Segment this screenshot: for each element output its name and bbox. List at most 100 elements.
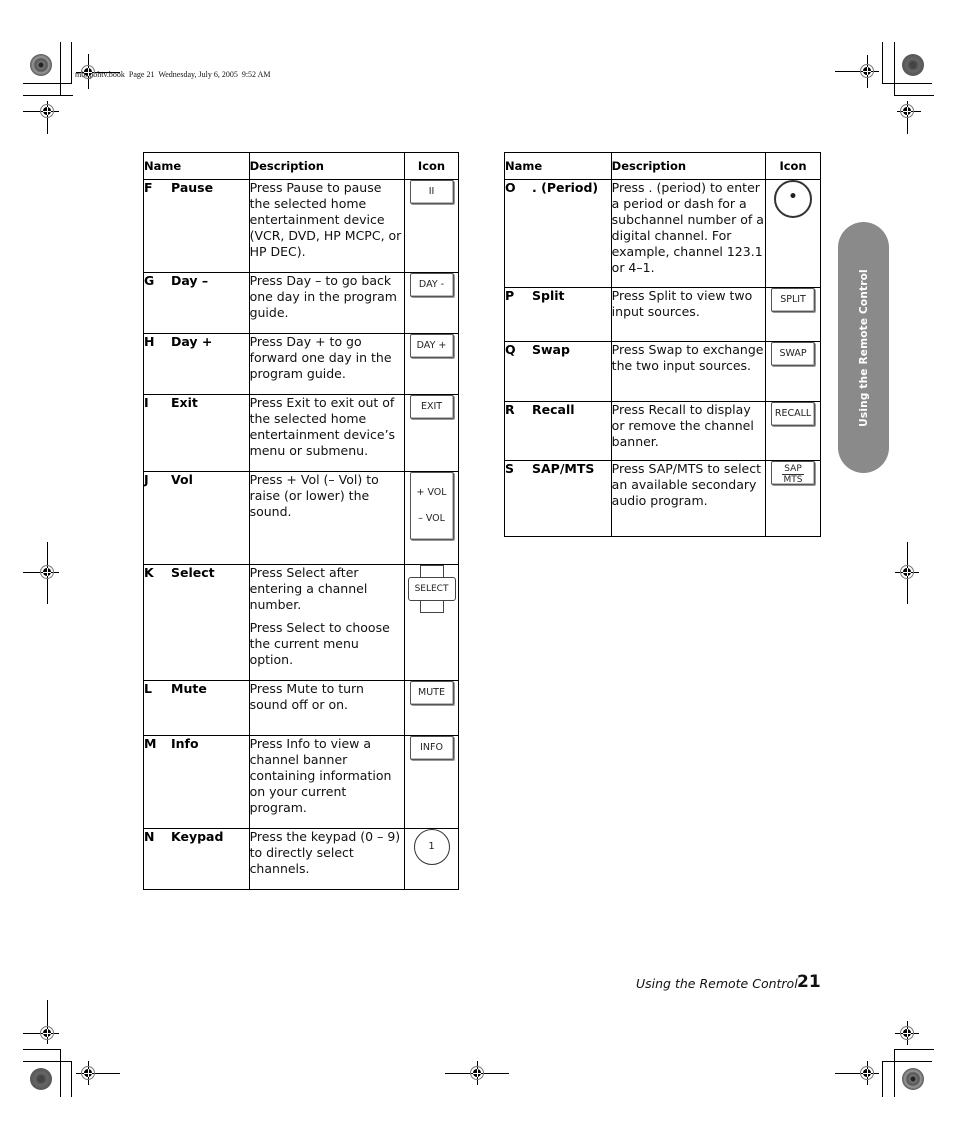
description-text: Press Select after entering a channel nu… — [249, 565, 368, 612]
table-row: L Mute Press Mute to turn sound off or on.… — [143, 680, 459, 736]
sap-mts-icon: SAP MTS — [771, 461, 816, 485]
description-cell: Press the keypad (0 – 9) to directly sel… — [248, 828, 406, 890]
description-text: Press Mute to turn sound off or on. — [249, 681, 364, 712]
mute-icon: MUTE — [409, 681, 454, 705]
description-text: Press Info to view a channel banner cont… — [249, 736, 392, 815]
description-cell: Press . (period) to enter a period or da… — [610, 179, 767, 288]
callout-letter: N — [144, 829, 155, 844]
vol-up-label: + VOL — [416, 487, 447, 498]
select-dpad-icon: SELECT — [407, 565, 456, 613]
volume-rocker-icon: + VOL – VOL — [409, 472, 454, 540]
remote-buttons-table-left: Name Description Icon F Pause Press Pause … — [143, 152, 459, 890]
table-row: I Exit Press Exit to exit out of the selec… — [143, 394, 459, 472]
icon-cell: + VOL – VOL — [404, 471, 459, 565]
button-name-cell: Q Swap — [504, 341, 612, 402]
icon-cell: DAY + — [404, 333, 459, 395]
pause-icon: II — [409, 180, 454, 204]
remote-buttons-table-right: Name Description Icon O . (Period) Press .… — [504, 152, 821, 537]
table-row: J Vol Press + Vol (– Vol) to raise (or low… — [143, 471, 459, 565]
chapter-side-tab-label: Using the Remote Control — [857, 268, 870, 427]
swap-icon: SWAP — [771, 342, 816, 366]
select-label: SELECT — [407, 577, 456, 601]
table-row: R Recall Press Recall to display or remove… — [504, 401, 821, 461]
column-header-icon: Icon — [404, 152, 459, 180]
callout-letter: L — [144, 681, 152, 696]
page-number: 21 — [797, 972, 821, 992]
button-name: Pause — [171, 180, 214, 195]
description-cell: Press Mute to turn sound off or on. — [248, 680, 406, 736]
description-cell: Press Day + to go forward one day in the… — [248, 333, 406, 395]
description-text: Press Day – to go back one day in the pr… — [249, 273, 397, 320]
description-cell: Press Info to view a channel banner cont… — [248, 735, 406, 829]
callout-letter: G — [144, 273, 155, 288]
split-icon: SPLIT — [771, 288, 816, 312]
callout-letter: K — [144, 565, 154, 580]
description-text: Press Pause to pause the selected home e… — [249, 180, 402, 259]
button-name-cell: P Split — [504, 287, 612, 342]
description-cell: Press + Vol (– Vol) to raise (or lower) … — [248, 471, 406, 565]
table-row: P Split Press Split to view two input sour… — [504, 287, 821, 342]
callout-letter: R — [505, 402, 515, 417]
period-icon: • — [774, 180, 813, 218]
button-name-cell: O . (Period) — [504, 179, 612, 288]
table-row: N Keypad Press the keypad (0 – 9) to direc… — [143, 828, 459, 890]
description-text: Press SAP/MTS to select an available sec… — [611, 461, 762, 508]
description-cell: Press Swap to exchange the two input sou… — [610, 341, 767, 402]
icon-cell: 1 — [404, 828, 459, 890]
table-header-row: Name Description Icon — [504, 152, 821, 180]
table-row: G Day – Press Day – to go back one day in … — [143, 272, 459, 334]
button-name-cell: R Recall — [504, 401, 612, 461]
table-row: H Day + Press Day + to go forward one day … — [143, 333, 459, 395]
callout-letter: I — [144, 395, 149, 410]
registration-target-icon — [30, 54, 52, 76]
button-name: Split — [532, 288, 565, 303]
table-header-row: Name Description Icon — [143, 152, 459, 180]
description-text: Press the keypad (0 – 9) to directly sel… — [249, 829, 401, 876]
registration-target-icon — [30, 1068, 52, 1090]
button-name-cell: S SAP/MTS — [504, 460, 612, 537]
description-cell: Press Day – to go back one day in the pr… — [248, 272, 406, 334]
vol-down-label: – VOL — [418, 513, 445, 524]
button-name-cell: I Exit — [143, 394, 250, 472]
button-name: Keypad — [171, 829, 224, 844]
registration-target-icon — [902, 54, 924, 76]
column-header-description: Description — [248, 152, 406, 180]
chapter-side-tab: Using the Remote Control — [838, 222, 889, 473]
description-cell: Press Select after entering a channel nu… — [248, 564, 406, 681]
button-name: . (Period) — [532, 180, 599, 195]
table-row: M Info Press Info to view a channel banner… — [143, 735, 459, 829]
recall-icon: RECALL — [771, 402, 816, 426]
button-name: Select — [171, 565, 215, 580]
description-text: Press Exit to exit out of the selected h… — [249, 395, 396, 458]
button-name-cell: L Mute — [143, 680, 250, 736]
callout-letter: Q — [505, 342, 516, 357]
callout-letter: S — [505, 461, 515, 476]
button-name: Day + — [171, 334, 213, 349]
button-name-cell: J Vol — [143, 471, 250, 565]
callout-letter: O — [505, 180, 516, 195]
callout-letter: M — [144, 736, 157, 751]
description-text: Press Day + to go forward one day in the… — [249, 334, 392, 381]
icon-cell: DAY - — [404, 272, 459, 334]
description-text: Press Swap to exchange the two input sou… — [611, 342, 764, 373]
button-name: Day – — [171, 273, 209, 288]
icon-cell: • — [765, 179, 821, 288]
icon-cell: SAP MTS — [765, 460, 821, 537]
column-header-description: Description — [610, 152, 767, 180]
description-text: Press Recall to display or remove the ch… — [611, 402, 754, 449]
column-header-name: Name — [504, 152, 612, 180]
icon-cell: SWAP — [765, 341, 821, 402]
button-name-cell: M Info — [143, 735, 250, 829]
registration-target-icon — [902, 1068, 924, 1090]
column-header-icon: Icon — [765, 152, 821, 180]
keypad-number-icon: 1 — [413, 829, 450, 865]
icon-cell: SPLIT — [765, 287, 821, 342]
table-row: K Select Press Select after entering a cha… — [143, 564, 459, 681]
info-icon: INFO — [409, 736, 454, 760]
button-name-cell: F Pause — [143, 179, 250, 273]
description-cell: Press Recall to display or remove the ch… — [610, 401, 767, 461]
icon-cell: EXIT — [404, 394, 459, 472]
table-row: O . (Period) Press . (period) to enter a p… — [504, 179, 821, 288]
button-name: Exit — [171, 395, 198, 410]
callout-letter: H — [144, 334, 155, 349]
